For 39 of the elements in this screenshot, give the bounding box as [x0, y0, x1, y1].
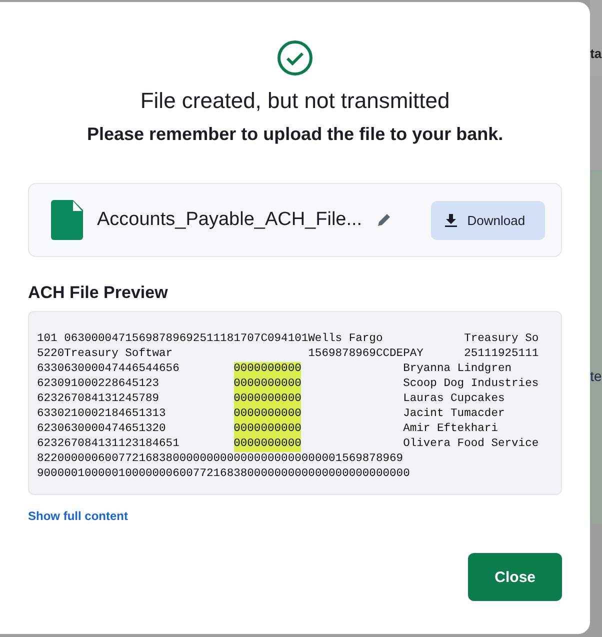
highlighted-amount: 0000000000 [234, 437, 302, 452]
dialog-subtitle: Please remember to upload the file to your bank. [86, 124, 504, 145]
highlighted-amount: 0000000000 [234, 392, 302, 407]
preview-text: 9000001000001000000060077216838000000000000000000000000 [37, 467, 410, 482]
download-button[interactable]: Download [431, 200, 546, 240]
preview-text: Olivera Food Service [403, 437, 539, 452]
preview-heading: ACH File Preview [28, 283, 169, 303]
file-icon [51, 200, 83, 240]
download-icon [445, 214, 458, 226]
preview-text: Lauras Cupcakes [403, 392, 505, 407]
preview-text: 623267084131245789 [37, 392, 160, 407]
preview-text: 633063000047446544656 [37, 362, 180, 377]
preview-text: 25111925111 [464, 347, 539, 362]
preview-text: Amir Eftekhari [403, 422, 498, 437]
preview-text: Scoop Dog Industries [403, 377, 539, 392]
preview-text: Jacint Tumacder [403, 407, 505, 422]
dialog-title: File created, but not transmitted [139, 88, 451, 114]
preview-text: 623267084131123184651 [37, 437, 180, 452]
preview-text: 5220Treasury Softwar [37, 347, 174, 362]
highlighted-amount: 0000000000 [234, 407, 302, 422]
close-button[interactable]: Close [468, 553, 562, 601]
edit-icon[interactable] [376, 212, 392, 228]
preview-text: Treasury So [464, 332, 539, 347]
show-full-content-link[interactable]: Show full content [28, 509, 128, 523]
success-check-icon [277, 40, 314, 76]
preview-text: 101 06300004715698789692511181707C094101 [37, 333, 308, 347]
preview-text: Bryanna Lindgren [403, 362, 512, 377]
preview-text: 1569878969CCDEPAY [308, 347, 424, 362]
highlighted-amount: 0000000000 [234, 422, 302, 437]
preview-text: 6330210002184651313 [37, 407, 167, 422]
background-text: ta [590, 46, 602, 61]
highlighted-amount: 0000000000 [234, 377, 302, 392]
background-text: te [590, 368, 602, 384]
preview-text: 6230630000474651320 [37, 422, 167, 437]
preview-text: 623091000228645123 [37, 377, 160, 392]
preview-text: Wells Fargo [308, 332, 384, 347]
preview-text: 822000000600772168380000000000000000000000001569878969 [37, 452, 404, 467]
highlighted-amount: 0000000000 [234, 362, 302, 377]
file-name: Accounts_Payable_ACH_File... [97, 209, 362, 231]
